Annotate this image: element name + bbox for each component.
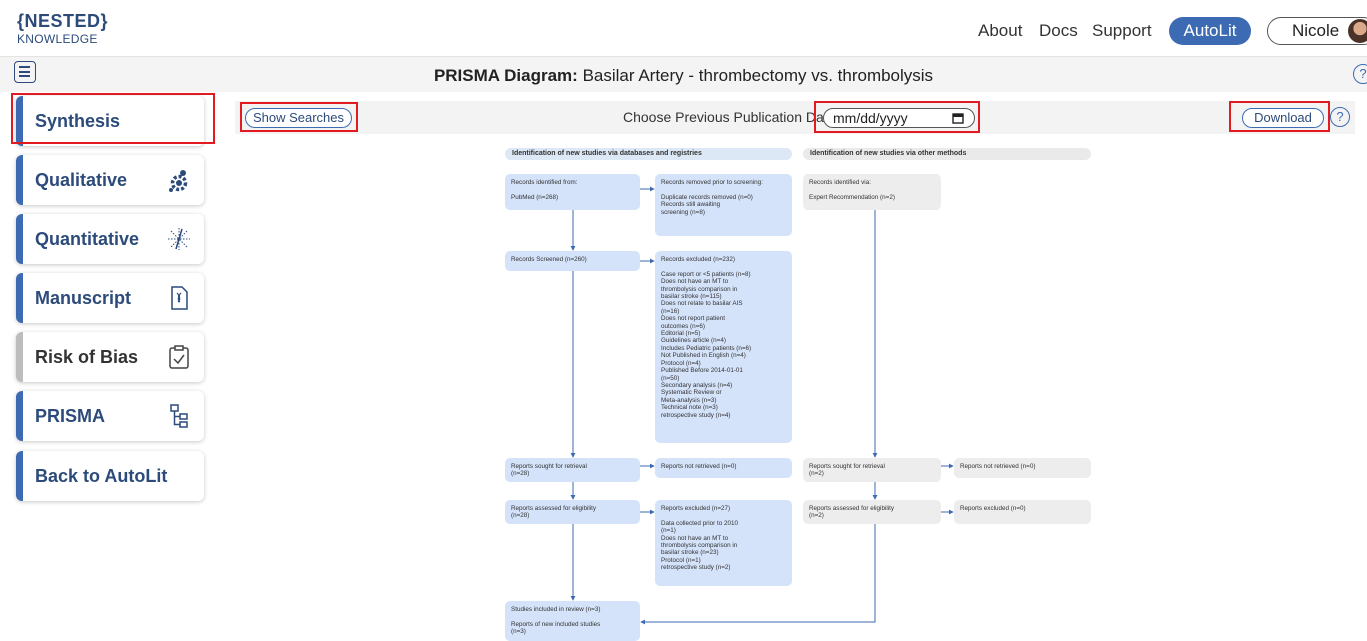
prisma-arrows: [570, 186, 954, 625]
arrow: [640, 524, 876, 625]
